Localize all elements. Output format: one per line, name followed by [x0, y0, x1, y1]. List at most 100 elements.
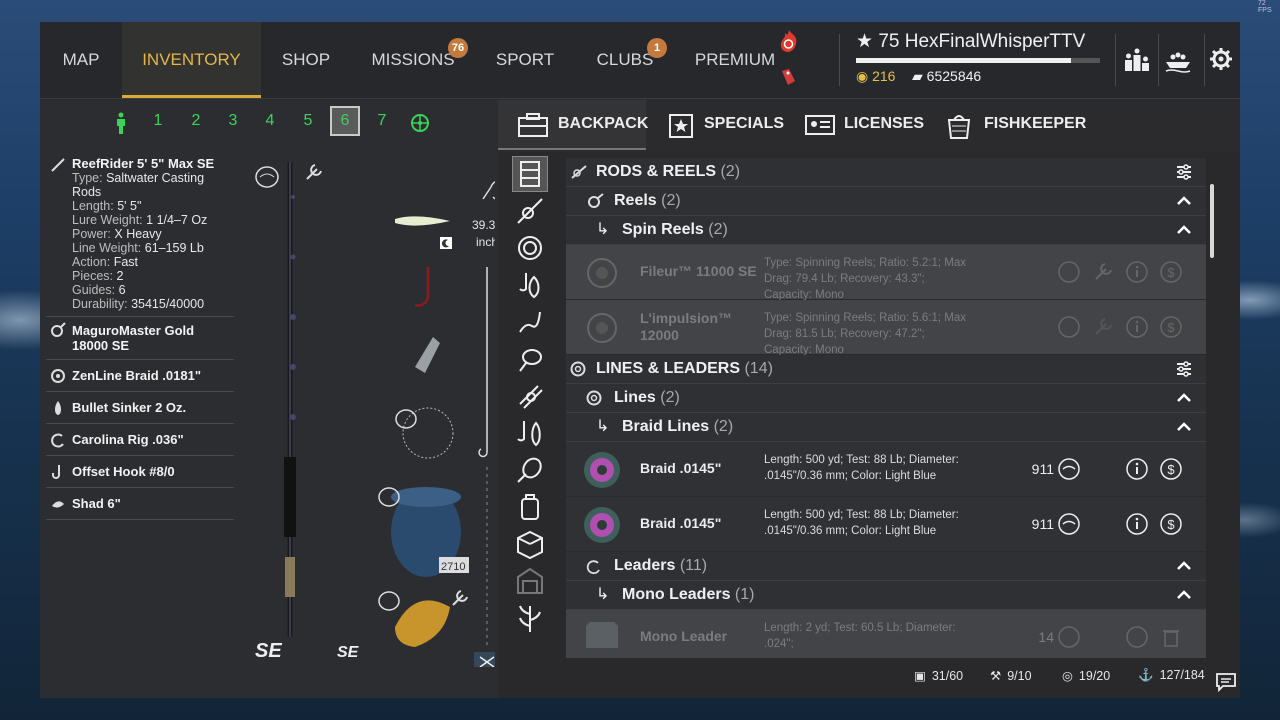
sell-icon[interactable]: $ [1160, 458, 1182, 480]
gold-reel-image[interactable] [395, 600, 450, 647]
player-info[interactable]: ★ 75 HexFinalWhisperTTV [856, 30, 1085, 53]
section-header-rods-reels[interactable]: RODS & REELS (2) [566, 158, 1206, 187]
unequip-scissors-icon[interactable] [474, 652, 495, 667]
community-boat-icon[interactable] [1163, 44, 1193, 74]
equipped-rig[interactable]: Carolina Rig .036" [46, 424, 234, 456]
nav-shop[interactable]: SHOP [261, 22, 351, 98]
filter-sliders-icon[interactable] [1176, 164, 1192, 180]
equipped-reel[interactable]: MaguroMaster Gold 18000 SE [46, 317, 234, 360]
equip-icon[interactable] [1058, 261, 1080, 283]
leaderboard-podium-icon[interactable] [1122, 44, 1152, 74]
angler-figure-icon[interactable] [114, 112, 128, 134]
rod-slot-5[interactable]: 5 [293, 106, 323, 136]
rod-slot-3[interactable]: 3 [218, 106, 248, 136]
subsection-braid-lines[interactable]: ↳ Braid Lines (2) [566, 413, 1206, 442]
tab-fishkeeper-label: FISHKEEPER [984, 115, 1087, 132]
equipped-lure[interactable]: Shad 6" [46, 488, 234, 520]
category-baits[interactable] [512, 341, 548, 377]
equipped-hook[interactable]: Offset Hook #8/0 [46, 456, 234, 488]
collapse-chevron-icon[interactable] [1176, 419, 1192, 435]
list-item[interactable]: Braid .0145" Length: 500 yd; Test: 88 Lb… [566, 442, 1206, 497]
sell-icon[interactable]: $ [1160, 261, 1182, 283]
rod-slot-4[interactable]: 4 [255, 106, 285, 136]
collapse-chevron-icon[interactable] [1176, 587, 1192, 603]
subsection-mono-leaders[interactable]: ↳ Mono Leaders (1) [566, 581, 1206, 610]
section-header-lines-leaders[interactable]: LINES & LEADERS (14) [566, 355, 1206, 384]
category-lines[interactable] [512, 230, 548, 266]
category-tackle[interactable] [512, 267, 548, 303]
category-boats[interactable] [512, 563, 548, 599]
nav-sport[interactable]: SPORT [475, 22, 575, 98]
carolina-rig-image[interactable] [402, 407, 454, 459]
rig-inspect-icon[interactable] [395, 409, 417, 429]
subsection-lines[interactable]: Lines (2) [566, 384, 1206, 413]
category-boxes[interactable] [512, 526, 548, 562]
equipped-sinker[interactable]: Bullet Sinker 2 Oz. [46, 392, 234, 424]
bullet-sinker-image[interactable] [415, 337, 440, 373]
rod-slot-2[interactable]: 2 [181, 106, 211, 136]
equip-icon[interactable] [1058, 513, 1080, 535]
equipped-rod[interactable]: ReefRider 5' 5" Max SE Type: Saltwater C… [46, 152, 234, 317]
subsection-leaders[interactable]: Leaders (11) [566, 552, 1206, 581]
rod-slot-6[interactable]: 6 [330, 106, 360, 136]
repair-wrench-icon[interactable] [1092, 316, 1114, 338]
list-item[interactable]: Fileur™ 11000 SE Type: Spinning Reels; R… [566, 245, 1206, 301]
collapse-chevron-icon[interactable] [1176, 193, 1192, 209]
subsection-reels[interactable]: Reels (2) [566, 187, 1206, 216]
offset-hook-image[interactable] [414, 267, 430, 307]
nav-inventory[interactable]: INVENTORY [122, 22, 261, 98]
equip-icon[interactable] [1058, 316, 1080, 338]
category-accessories[interactable] [512, 452, 548, 488]
list-scrollbar[interactable] [1210, 184, 1214, 258]
equipped-line[interactable]: ZenLine Braid .0181" [46, 360, 234, 392]
category-rods-reels[interactable] [512, 193, 548, 229]
sell-icon[interactable]: $ [1160, 316, 1182, 338]
tab-backpack[interactable]: BACKPACK [498, 100, 648, 150]
rod-inspect-icon[interactable] [255, 166, 279, 188]
rod-assembly-view: SE SE 2710 39.37 inch [255, 162, 495, 667]
sell-icon[interactable]: $ [1160, 513, 1182, 535]
list-item[interactable]: Braid .0145" Length: 500 yd; Test: 88 Lb… [566, 497, 1206, 552]
trash-icon[interactable] [1160, 626, 1182, 648]
nav-map[interactable]: MAP [40, 22, 122, 98]
list-item[interactable]: Mono Leader Length: 2 yd; Test: 60.5 Lb;… [566, 610, 1206, 658]
equip-icon[interactable] [1058, 626, 1080, 648]
settings-gear-icon[interactable] [1206, 44, 1236, 74]
subsection-spin-reels[interactable]: ↳ Spin Reels (2) [566, 216, 1206, 245]
info-icon[interactable] [1126, 458, 1148, 480]
equip-icon[interactable] [1058, 458, 1080, 480]
category-plants[interactable] [512, 600, 548, 636]
info-icon[interactable] [1126, 316, 1148, 338]
reel-repair-wrench-icon[interactable] [452, 590, 468, 606]
shad-lure-image[interactable] [395, 216, 450, 226]
tab-licenses[interactable]: LICENSES [802, 100, 932, 148]
filter-sliders-icon[interactable] [1176, 361, 1192, 377]
reel-inspect-icon[interactable] [378, 591, 400, 611]
rod-stand-icon[interactable] [410, 113, 430, 133]
info-icon[interactable] [1126, 261, 1148, 283]
rod-slot-1[interactable]: 1 [143, 106, 173, 136]
category-lures[interactable] [512, 378, 548, 414]
chat-bubble-icon[interactable] [1215, 672, 1237, 692]
hook-small-icon: ⚓ [1138, 668, 1154, 682]
rod-slot-7[interactable]: 7 [367, 106, 397, 136]
box-icon [517, 530, 543, 560]
nav-missions[interactable]: MISSIONS [351, 22, 475, 98]
collapse-chevron-icon[interactable] [1176, 558, 1192, 574]
info-icon[interactable] [1126, 626, 1148, 648]
category-all[interactable] [512, 156, 548, 192]
tab-specials[interactable]: SPECIALS [662, 100, 792, 148]
collapse-chevron-icon[interactable] [1176, 222, 1192, 238]
info-icon[interactable] [1126, 513, 1148, 535]
list-item[interactable]: L'impulsion™ 12000 Type: Spinning Reels;… [566, 300, 1206, 356]
rig-icon [51, 433, 64, 448]
category-bags[interactable] [512, 489, 548, 525]
category-terminal[interactable] [512, 415, 548, 451]
rod-repair-wrench-icon[interactable] [306, 164, 322, 180]
reel-icon [51, 322, 66, 337]
tab-fishkeeper[interactable]: FISHKEEPER [942, 100, 1086, 148]
category-rigs[interactable] [512, 304, 548, 340]
nav-clubs[interactable]: CLUBS [575, 22, 675, 98]
repair-wrench-icon[interactable] [1092, 261, 1114, 283]
collapse-chevron-icon[interactable] [1176, 390, 1192, 406]
